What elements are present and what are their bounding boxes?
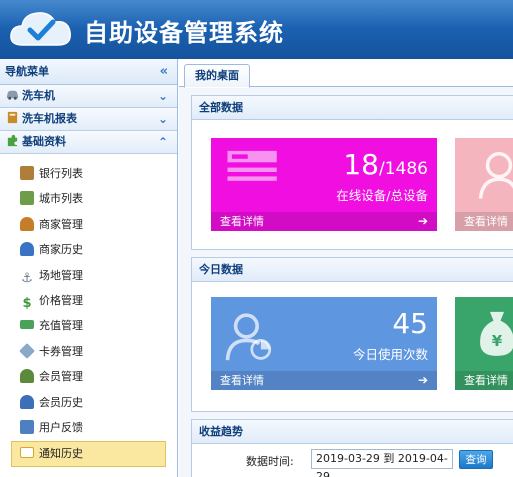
date-label: 数据时间:: [246, 455, 294, 468]
collapse-sidebar-icon[interactable]: «: [160, 59, 168, 85]
card-users-pink: 查看详情: [455, 138, 513, 231]
cloud-check-logo-icon: [10, 12, 71, 46]
chevron-up-icon: ⌃: [157, 135, 168, 149]
sidebar-group-label: 洗车机: [22, 89, 55, 102]
user-chart-icon: [225, 313, 272, 361]
sidebar-item-site-management[interactable]: ⚓ 场地管理: [0, 264, 177, 289]
sidebar-item-bank-list[interactable]: 银行列表: [0, 162, 177, 187]
sidebar-item-label: 用户反馈: [39, 420, 83, 434]
date-range-input[interactable]: 2019-03-29 到 2019-04-29: [311, 449, 453, 477]
tab-bar: 我的桌面: [179, 59, 513, 88]
sidebar-menu: 银行列表 城市列表 商家管理 商家历史 ⚓ 场地管理 $ 价格管理 充值管理 卡券管…: [0, 154, 177, 467]
sidebar-item-label: 城市列表: [39, 192, 83, 206]
chevron-down-icon: ⌄: [157, 89, 168, 103]
sidebar-item-member-management[interactable]: 会员管理: [0, 365, 177, 390]
sidebar-group-carwash-report[interactable]: 洗车机报表 ⌄: [0, 108, 177, 131]
car-icon: [6, 90, 19, 100]
arrow-right-icon: ➔: [417, 214, 428, 228]
bank-icon: [20, 166, 34, 180]
panel-all-data: 全部数据 18/1486 在线设备/总设备 查看详情 ➔ 查看详情: [191, 95, 513, 250]
card-footer[interactable]: 查看详情: [455, 212, 513, 231]
report-book-icon: [7, 111, 18, 124]
tab-my-desktop[interactable]: 我的桌面: [184, 64, 250, 88]
sidebar-item-label: 会员管理: [39, 370, 83, 384]
merchant-user-icon: [20, 216, 34, 231]
sidebar-item-city-list[interactable]: 城市列表: [0, 187, 177, 212]
device-card-icon: [227, 150, 277, 181]
sidebar-item-label: 通知历史: [39, 447, 83, 461]
anchor-icon: ⚓: [21, 270, 33, 286]
sidebar-group-label: 洗车机报表: [22, 112, 77, 125]
date-filter: 数据时间: 2019-03-29 到 2019-04-29 查询: [191, 449, 513, 477]
main-content: 我的桌面 全部数据 18/1486 在线设备/总设备 查看详情 ➔ 查看详情 今…: [179, 59, 513, 477]
sidebar-item-label: 充值管理: [39, 319, 83, 333]
sidebar-item-price-management[interactable]: $ 价格管理: [0, 289, 177, 314]
card-online-devices: 18/1486 在线设备/总设备 查看详情 ➔: [211, 138, 437, 231]
sidebar-group-basic-data[interactable]: 基础资料 ⌃: [0, 131, 177, 154]
user-outline-icon: [478, 152, 513, 199]
svg-text:¥: ¥: [492, 332, 503, 350]
sidebar-item-label: 银行列表: [39, 167, 83, 180]
sidebar-item-recharge-management[interactable]: 充值管理: [0, 314, 177, 339]
online-count: 18: [343, 148, 379, 181]
today-usage-value: 45: [392, 307, 428, 340]
sidebar-item-coupon-management[interactable]: 卡券管理: [0, 340, 177, 365]
mail-icon: [20, 447, 34, 459]
chevron-down-icon: ⌄: [157, 112, 168, 126]
sidebar: 导航菜单 « 洗车机 ⌄ 洗车机报表 ⌄ 基础资料 ⌃ 银行列表 城市列表 商家…: [0, 59, 178, 477]
money-icon: [20, 320, 34, 330]
sidebar-group-label: 基础资料: [22, 135, 66, 148]
view-details-link[interactable]: 查看详情: [220, 215, 264, 228]
app-title: 自助设备管理系统: [84, 19, 284, 47]
tag-icon: [19, 342, 35, 359]
puzzle-icon: [7, 134, 18, 147]
dollar-icon: $: [22, 295, 32, 311]
sidebar-header: 导航菜单 «: [0, 59, 177, 85]
sidebar-item-label: 商家历史: [39, 243, 83, 257]
feedback-icon: [20, 419, 34, 434]
sidebar-item-label: 场地管理: [39, 268, 83, 282]
query-button[interactable]: 查询: [459, 450, 493, 469]
view-details-link[interactable]: 查看详情: [464, 215, 508, 228]
total-count: /1486: [379, 159, 428, 179]
arrow-right-icon: ➔: [417, 373, 428, 387]
today-usage-caption: 今日使用次数: [352, 347, 428, 362]
merchant-history-icon: [20, 242, 34, 257]
card-today-revenue: ¥ 查看详情: [455, 297, 513, 390]
sidebar-item-label: 卡券管理: [39, 344, 83, 358]
sidebar-item-label: 价格管理: [39, 293, 83, 307]
panel-today-data: 今日数据 45 今日使用次数 查看详情 ➔ ¥ 查看详情: [191, 257, 513, 412]
card-footer[interactable]: 查看详情 ➔: [211, 371, 437, 390]
sidebar-item-merchant-history[interactable]: 商家历史: [0, 238, 177, 263]
sidebar-item-notification-history[interactable]: 通知历史: [11, 441, 166, 467]
panel-title: 收益趋势: [192, 420, 513, 444]
app-header: 自助设备管理系统: [0, 0, 513, 59]
card-footer[interactable]: 查看详情 ➔: [211, 212, 437, 231]
member-icon: [20, 369, 34, 384]
member-history-icon: [20, 394, 34, 409]
sidebar-header-label: 导航菜单: [5, 65, 49, 78]
sidebar-item-user-feedback[interactable]: 用户反馈: [0, 416, 177, 441]
sidebar-item-label: 会员历史: [39, 395, 83, 409]
money-bag-icon: ¥: [480, 311, 513, 356]
online-devices-value: 18/1486: [343, 148, 428, 181]
card-footer[interactable]: 查看详情: [455, 371, 513, 390]
view-details-link[interactable]: 查看详情: [220, 374, 264, 387]
sidebar-group-carwash[interactable]: 洗车机 ⌄: [0, 85, 177, 108]
online-devices-caption: 在线设备/总设备: [336, 188, 428, 203]
sidebar-item-member-history[interactable]: 会员历史: [0, 391, 177, 416]
sidebar-item-label: 商家管理: [39, 217, 83, 231]
card-today-usage: 45 今日使用次数 查看详情 ➔: [211, 297, 437, 390]
map-icon: [20, 191, 34, 206]
view-details-link[interactable]: 查看详情: [464, 374, 508, 387]
panel-title: 今日数据: [192, 258, 513, 282]
panel-title: 全部数据: [192, 96, 513, 120]
sidebar-item-merchant-management[interactable]: 商家管理: [0, 213, 177, 238]
